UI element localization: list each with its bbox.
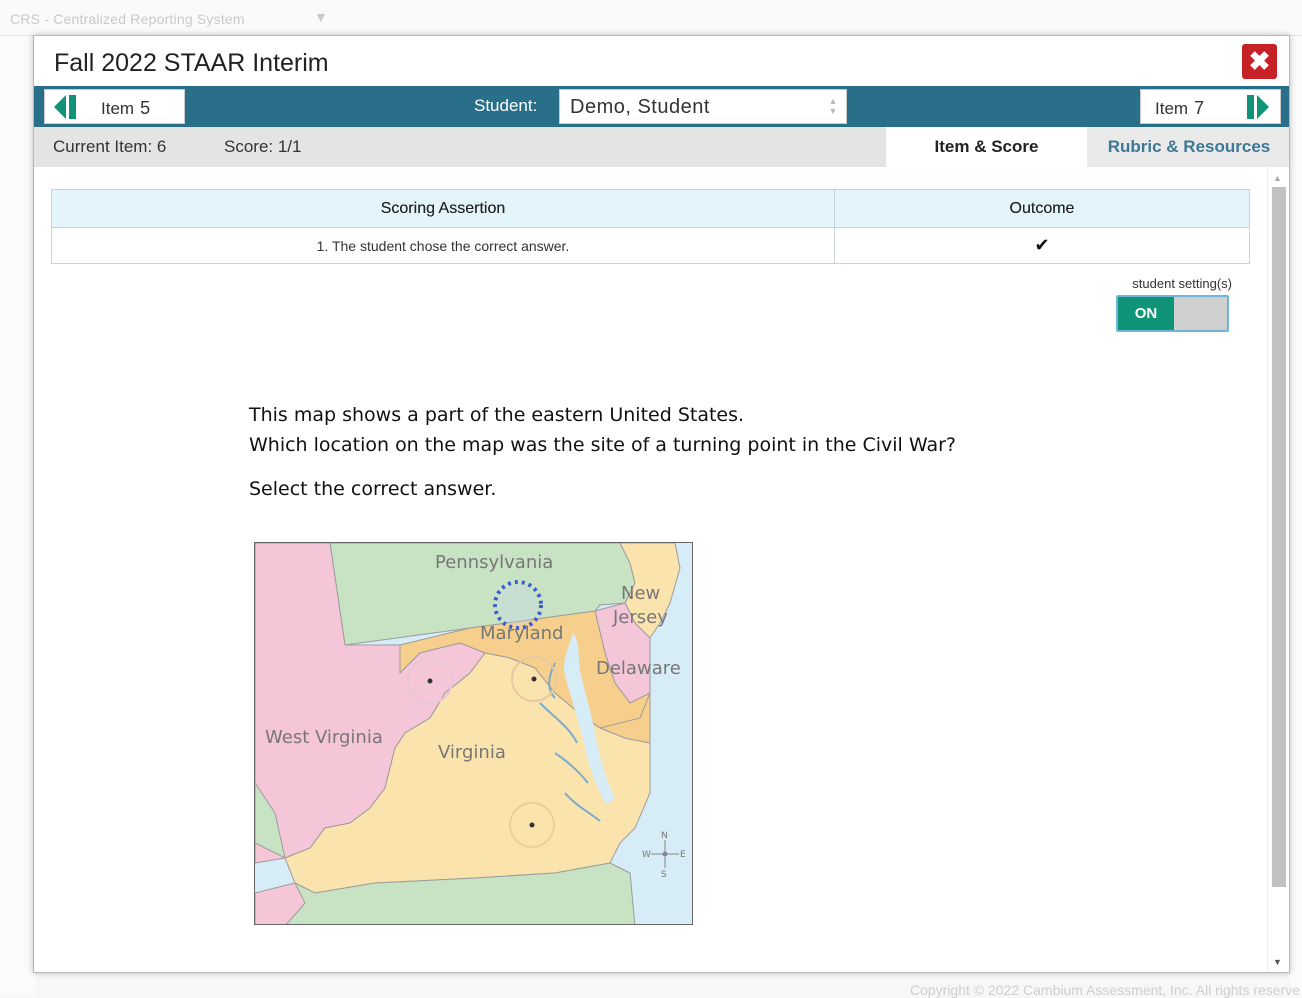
map-label-delaware: Delaware <box>596 658 681 679</box>
score-text: Score: 1/1 <box>224 137 302 156</box>
map-label-maryland: Maryland <box>480 623 563 644</box>
close-x-icon: ✖ <box>1248 46 1271 76</box>
student-select[interactable]: Demo, Student ▲ ▼ <box>559 89 847 124</box>
compass-east: E <box>680 850 686 860</box>
chevron-down-icon: ▼ <box>314 9 328 25</box>
item-navigation-bar: Item 5 Student: Demo, Student ▲ ▼ Item 7 <box>34 86 1289 127</box>
previous-item-label: Item <box>101 99 135 118</box>
background-right-strip <box>1290 36 1302 996</box>
student-label: Student: <box>474 96 538 115</box>
scrollbar-thumb[interactable] <box>1272 187 1286 887</box>
scroll-down-arrow-icon[interactable]: ▼ <box>1273 957 1282 967</box>
question-stem: This map shows a part of the eastern Uni… <box>249 400 956 460</box>
next-item-number: 7 <box>1194 98 1205 118</box>
current-item-text: Current Item: 6 <box>53 137 167 156</box>
copyright-footer: Copyright © 2022 Cambium Assessment, Inc… <box>909 982 1300 998</box>
close-button[interactable]: ✖ <box>1242 44 1277 79</box>
select-updown-icon: ▲ ▼ <box>828 96 838 116</box>
student-settings-label: student setting(s) <box>1132 276 1232 291</box>
student-select-value: Demo, Student <box>570 96 710 118</box>
background-header: CRS - Centralized Reporting System ▼ <box>0 0 1302 36</box>
column-header-scoring-assertion: Scoring Assertion <box>51 189 835 228</box>
scoring-table: Scoring Assertion Outcome 1. The student… <box>51 189 1250 264</box>
item-content-area: Scoring Assertion Outcome 1. The student… <box>34 167 1269 972</box>
previous-item-number: 5 <box>140 98 151 118</box>
map-label-jersey: Jersey <box>612 607 668 628</box>
double-left-arrow-icon <box>54 95 76 119</box>
tab-item-score[interactable]: Item & Score <box>886 127 1087 167</box>
map-label-pennsylvania: Pennsylvania <box>435 552 553 573</box>
compass-north: N <box>661 831 668 841</box>
background-left-strip <box>0 36 36 996</box>
modal-title: Fall 2022 STAAR Interim <box>54 49 329 77</box>
next-item-label: Item <box>1155 99 1189 118</box>
tab-rubric-resources[interactable]: Rubric & Resources <box>1087 127 1289 167</box>
compass-south: S <box>661 870 667 880</box>
student-settings-toggle[interactable]: ON <box>1116 295 1229 332</box>
assertion-cell: 1. The student chose the correct answer. <box>51 227 835 264</box>
table-row: 1. The student chose the correct answer.… <box>51 227 1250 264</box>
toggle-on-label: ON <box>1118 297 1174 330</box>
map-label-west-virginia: West Virginia <box>265 727 383 748</box>
column-header-outcome: Outcome <box>834 189 1250 228</box>
background-app-title: CRS - Centralized Reporting System <box>10 11 245 27</box>
vertical-scrollbar[interactable]: ▲ ▼ <box>1267 167 1289 972</box>
map-label-new: New <box>621 583 660 604</box>
question-line-1: This map shows a part of the eastern Uni… <box>249 404 745 426</box>
table-header-row: Scoring Assertion Outcome <box>51 189 1250 228</box>
scroll-up-arrow-icon[interactable]: ▲ <box>1273 173 1282 183</box>
next-item-button[interactable]: Item 7 <box>1140 89 1281 124</box>
question-instruction: Select the correct answer. <box>249 478 497 500</box>
eastern-us-map: Pennsylvania New Jersey Maryland Delawar… <box>254 542 693 925</box>
previous-item-button[interactable]: Item 5 <box>44 89 185 124</box>
item-info-bar: Current Item: 6 Score: 1/1 Item & Score … <box>34 127 1289 167</box>
compass-west: W <box>642 850 651 860</box>
map-label-virginia: Virginia <box>438 742 506 763</box>
outcome-cell: ✔ <box>834 227 1250 264</box>
checkmark-icon: ✔ <box>1034 235 1050 255</box>
double-right-arrow-icon <box>1247 95 1269 119</box>
item-viewer-modal: Fall 2022 STAAR Interim ✖ Item 5 Student:… <box>33 35 1290 973</box>
question-line-2: Which location on the map was the site o… <box>249 434 956 456</box>
map-graphic: Pennsylvania New Jersey Maryland Delawar… <box>255 543 692 924</box>
